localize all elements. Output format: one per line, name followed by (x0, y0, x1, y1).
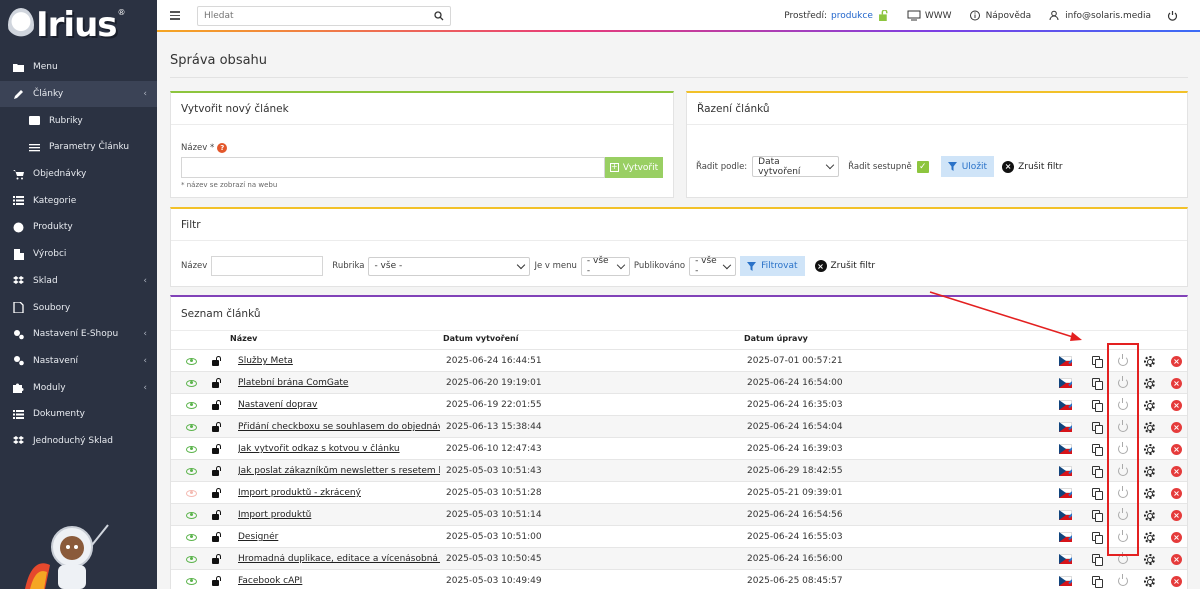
annotation-highlight-box (1107, 343, 1139, 556)
annotation-arrow (929, 291, 1082, 341)
